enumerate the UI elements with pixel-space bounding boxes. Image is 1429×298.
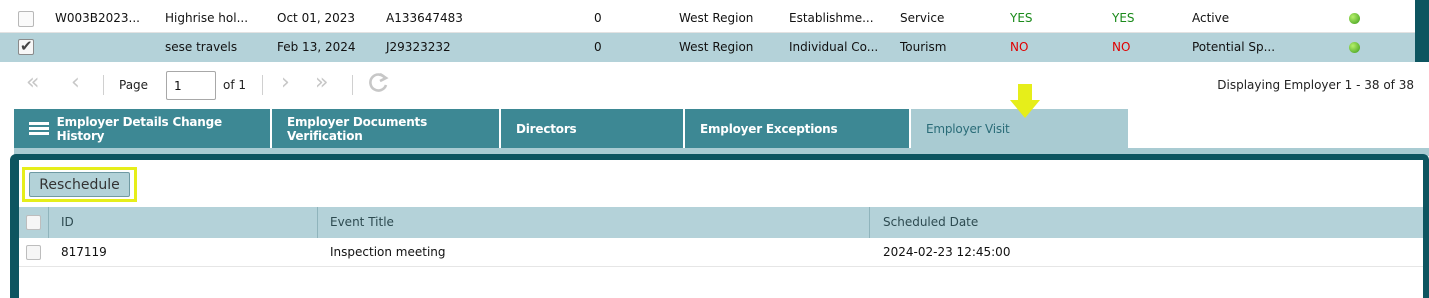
next-page-icon[interactable]: › bbox=[281, 72, 290, 94]
employer-grid: W003B2023... Highrise hol... Oct 01, 202… bbox=[0, 0, 1429, 62]
tab-employer-documents-verification[interactable]: Employer Documents Verification bbox=[272, 109, 499, 148]
column-header-id[interactable]: ID bbox=[61, 207, 74, 238]
status-dot-icon bbox=[1349, 13, 1360, 24]
table-row[interactable]: W003B2023... Highrise hol... Oct 01, 202… bbox=[0, 0, 1415, 33]
tab-employer-exceptions[interactable]: Employer Exceptions bbox=[685, 109, 909, 148]
column-divider bbox=[869, 207, 870, 238]
pager-divider bbox=[352, 75, 353, 95]
previous-page-icon[interactable]: ‹ bbox=[71, 72, 80, 94]
visit-event-title: Inspection meeting bbox=[330, 245, 446, 259]
visit-id: 817119 bbox=[61, 245, 107, 259]
pager-divider bbox=[103, 75, 104, 95]
flag-two: NO bbox=[1112, 40, 1131, 54]
tab-label: Employer Details Change History bbox=[56, 114, 223, 143]
employer-name: Highrise hol... bbox=[165, 11, 249, 25]
refresh-icon[interactable] bbox=[367, 72, 389, 99]
table-row[interactable]: 817119 Inspection meeting 2024-02-23 12:… bbox=[19, 238, 1423, 267]
page-label: Page bbox=[119, 78, 149, 92]
column-divider bbox=[48, 207, 49, 238]
select-all-checkbox[interactable] bbox=[26, 215, 41, 230]
column-header-scheduled-date[interactable]: Scheduled Date bbox=[883, 207, 978, 238]
employee-count: 0 bbox=[594, 11, 602, 25]
detail-tab-bar: Employer Details Change History Employer… bbox=[14, 108, 1429, 148]
registration-date: Feb 13, 2024 bbox=[277, 40, 356, 54]
employer-type: Establishme... bbox=[789, 11, 874, 25]
status-dot-icon bbox=[1349, 42, 1360, 53]
employee-count: 0 bbox=[594, 40, 602, 54]
registration-number: A133647483 bbox=[386, 11, 463, 25]
employer-status: Active bbox=[1192, 11, 1230, 25]
row-checkbox[interactable] bbox=[18, 37, 34, 55]
paging-summary: Displaying Employer 1 - 38 of 38 bbox=[1217, 78, 1414, 92]
page-number-input[interactable] bbox=[166, 71, 216, 100]
pointer-arrow-icon bbox=[1010, 84, 1040, 118]
last-page-icon[interactable]: » bbox=[315, 72, 328, 94]
employer-type: Individual Co... bbox=[789, 40, 879, 54]
pager-divider bbox=[262, 75, 263, 95]
tab-employer-details-change-history[interactable]: Employer Details Change History bbox=[14, 109, 270, 148]
sector: Tourism bbox=[900, 40, 947, 54]
registration-date: Oct 01, 2023 bbox=[277, 11, 355, 25]
grid-scrollbar[interactable] bbox=[1415, 0, 1429, 62]
visit-table-header: ID Event Title Scheduled Date bbox=[19, 207, 1423, 238]
tab-label: Employer Documents Verification bbox=[287, 114, 428, 143]
reschedule-button[interactable]: Reschedule bbox=[29, 172, 130, 197]
list-icon bbox=[29, 121, 49, 136]
registration-number: J29323232 bbox=[386, 40, 451, 54]
column-divider bbox=[317, 207, 318, 238]
row-checkbox[interactable] bbox=[18, 11, 34, 27]
region: West Region bbox=[679, 40, 754, 54]
tab-label: Employer Exceptions bbox=[700, 121, 838, 136]
row-checkbox[interactable] bbox=[26, 245, 41, 260]
first-page-icon[interactable]: « bbox=[26, 72, 39, 94]
employer-code: W003B2023... bbox=[55, 11, 140, 25]
flag-one: NO bbox=[1010, 40, 1029, 54]
employer-status: Potential Sp... bbox=[1192, 40, 1276, 54]
page-count-label: of 1 bbox=[223, 78, 247, 92]
region: West Region bbox=[679, 11, 754, 25]
tab-label: Employer Visit bbox=[926, 121, 1010, 136]
flag-one: YES bbox=[1010, 11, 1033, 25]
column-header-event-title[interactable]: Event Title bbox=[330, 207, 394, 238]
table-row[interactable]: sese travels Feb 13, 2024 J29323232 0 We… bbox=[0, 33, 1415, 62]
tab-label: Directors bbox=[516, 121, 577, 136]
sector: Service bbox=[900, 11, 945, 25]
employer-name: sese travels bbox=[165, 40, 238, 54]
tab-directors[interactable]: Directors bbox=[501, 109, 683, 148]
visit-scheduled-date: 2024-02-23 12:45:00 bbox=[883, 245, 1011, 259]
pagination-toolbar: « ‹ Page of 1 › » Displaying Employer 1 … bbox=[0, 62, 1429, 108]
flag-two: YES bbox=[1112, 11, 1135, 25]
